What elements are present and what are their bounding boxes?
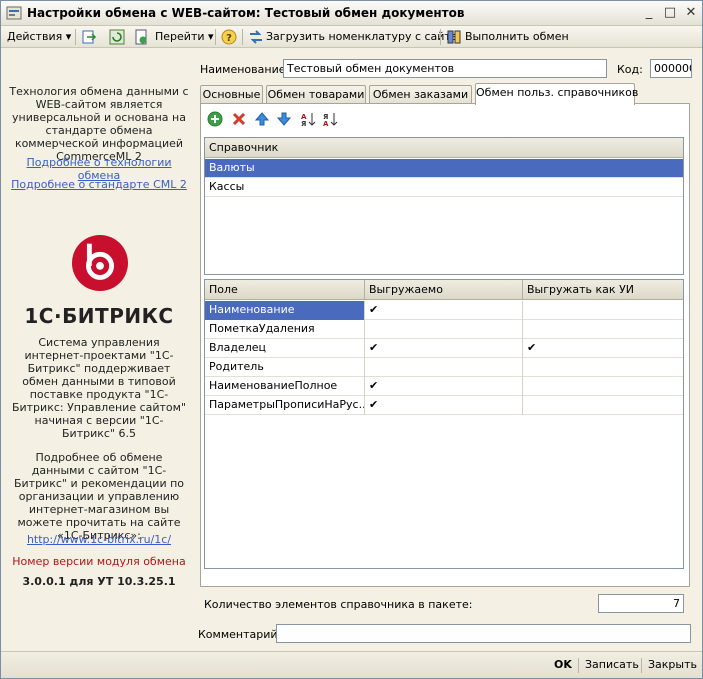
reference-row-cashboxes[interactable]: Кассы — [205, 178, 683, 197]
delete-icon[interactable] — [231, 111, 247, 127]
references-grid: Справочник Валюты Кассы — [204, 137, 684, 275]
field-row[interactable]: Владелец ✔ ✔ — [205, 339, 683, 358]
cml-link[interactable]: Подробнее о стандарте CML 2 — [9, 178, 189, 191]
export-icon[interactable] — [81, 29, 97, 45]
app-icon — [6, 6, 22, 20]
as-ui-check[interactable]: ✔ — [523, 339, 683, 358]
add-icon[interactable] — [207, 111, 223, 127]
fields-header-field: Поле — [205, 280, 365, 300]
export-check[interactable] — [365, 320, 523, 339]
close-icon[interactable]: ✕ — [683, 5, 699, 21]
tab-main[interactable]: Основные — [200, 85, 263, 104]
fields-header-as-ui: Выгружать как УИ — [523, 280, 683, 300]
move-up-icon[interactable] — [254, 111, 270, 127]
export-check[interactable]: ✔ — [365, 301, 523, 320]
ok-button[interactable]: OK — [554, 658, 572, 672]
field-row[interactable]: Родитель — [205, 358, 683, 377]
field-name: Родитель — [205, 358, 365, 377]
field-name: Наименование — [205, 301, 365, 320]
packet-label: Количество элементов справочника в пакет… — [204, 598, 473, 611]
export-check[interactable] — [365, 358, 523, 377]
move-down-icon[interactable] — [276, 111, 292, 127]
document-icon[interactable] — [133, 29, 149, 45]
minimize-icon[interactable]: _ — [641, 5, 657, 21]
settings-window: Настройки обмена с WEB-сайтом: Тестовый … — [0, 0, 703, 679]
intro-text: Технология обмена данными с WEB-сайтом я… — [9, 85, 189, 163]
toolbar: Действия ▾ Перейти ▾ ? Загрузить номенкл… — [1, 26, 702, 48]
refresh-icon[interactable] — [109, 29, 125, 45]
actions-label: Действия — [7, 30, 63, 43]
close-button[interactable]: Закрыть — [648, 658, 697, 672]
references-header: Справочник — [205, 138, 683, 158]
bitrix-logo-icon — [71, 234, 129, 292]
run-exchange-icon — [447, 30, 461, 44]
svg-text:?: ? — [226, 33, 232, 44]
packet-input[interactable]: 7 — [598, 594, 684, 613]
bitrix-site-link[interactable]: http://www.1c-bitrix.ru/1c/ — [9, 533, 189, 546]
fields-grid: Поле Выгружаемо Выгружать как УИ Наимено… — [204, 279, 684, 569]
goto-label: Перейти — [155, 30, 205, 43]
save-button[interactable]: Записать — [585, 658, 639, 672]
code-label: Код: — [617, 63, 643, 76]
export-check[interactable]: ✔ — [365, 396, 523, 415]
run-exchange-button[interactable]: Выполнить обмен — [465, 29, 569, 45]
fields-header-export: Выгружаемо — [365, 280, 523, 300]
version-label: Номер версии модуля обмена — [12, 555, 186, 568]
load-nomenclature-button[interactable]: Загрузить номенклатуру с сайта — [266, 29, 458, 45]
comment-label: Комментарий: — [198, 628, 282, 641]
field-name: НаименованиеПолное — [205, 377, 365, 396]
tab-orders[interactable]: Обмен заказами — [369, 85, 472, 104]
name-label: Наименование: — [200, 63, 290, 76]
field-name: Владелец — [205, 339, 365, 358]
title-bar: Настройки обмена с WEB-сайтом: Тестовый … — [1, 1, 702, 26]
field-name: ПометкаУдаления — [205, 320, 365, 339]
as-ui-check[interactable] — [523, 396, 683, 415]
export-check[interactable]: ✔ — [365, 339, 523, 358]
load-arrow-icon — [250, 30, 262, 44]
svg-text:A: A — [323, 120, 329, 127]
help-icon[interactable]: ? — [221, 29, 237, 45]
sort-asc-icon[interactable]: A Я — [300, 111, 316, 127]
as-ui-check[interactable] — [523, 377, 683, 396]
sort-desc-icon[interactable]: Я A — [322, 111, 338, 127]
maximize-icon[interactable]: □ — [662, 5, 678, 21]
reference-row-currencies[interactable]: Валюты — [205, 159, 683, 178]
tab-goods[interactable]: Обмен товарами — [266, 85, 366, 104]
svg-text:Я: Я — [301, 120, 306, 127]
export-check[interactable]: ✔ — [365, 377, 523, 396]
tab-user-references[interactable]: Обмен польз. справочников — [475, 83, 638, 105]
window-title: Настройки обмена с WEB-сайтом: Тестовый … — [27, 6, 465, 20]
field-row[interactable]: ПараметрыПрописиНаРус... ✔ — [205, 396, 683, 415]
code-input[interactable]: 000000 — [650, 59, 692, 78]
bottom-bar: OK Записать Закрыть — [1, 651, 702, 678]
bitrix-logo-text: 1С·БИТРИКС — [24, 304, 174, 328]
as-ui-check[interactable] — [523, 301, 683, 320]
goto-menu[interactable]: Перейти ▾ — [155, 29, 214, 45]
more-text: Подробнее об обмене данными с сайтом "1С… — [13, 451, 185, 542]
as-ui-check[interactable] — [523, 320, 683, 339]
field-row[interactable]: ПометкаУдаления — [205, 320, 683, 339]
field-row[interactable]: Наименование ✔ — [205, 301, 683, 320]
field-row[interactable]: НаименованиеПолное ✔ — [205, 377, 683, 396]
system-text: Система управления интернет-проектами "1… — [11, 336, 187, 440]
actions-menu[interactable]: Действия ▾ — [7, 29, 71, 45]
name-input[interactable]: Тестовый обмен документов — [283, 59, 607, 78]
as-ui-check[interactable] — [523, 358, 683, 377]
comment-input[interactable] — [276, 624, 691, 643]
version-value: 3.0.0.1 для УТ 10.3.25.1 — [22, 575, 176, 588]
field-name: ПараметрыПрописиНаРус... — [205, 396, 365, 415]
